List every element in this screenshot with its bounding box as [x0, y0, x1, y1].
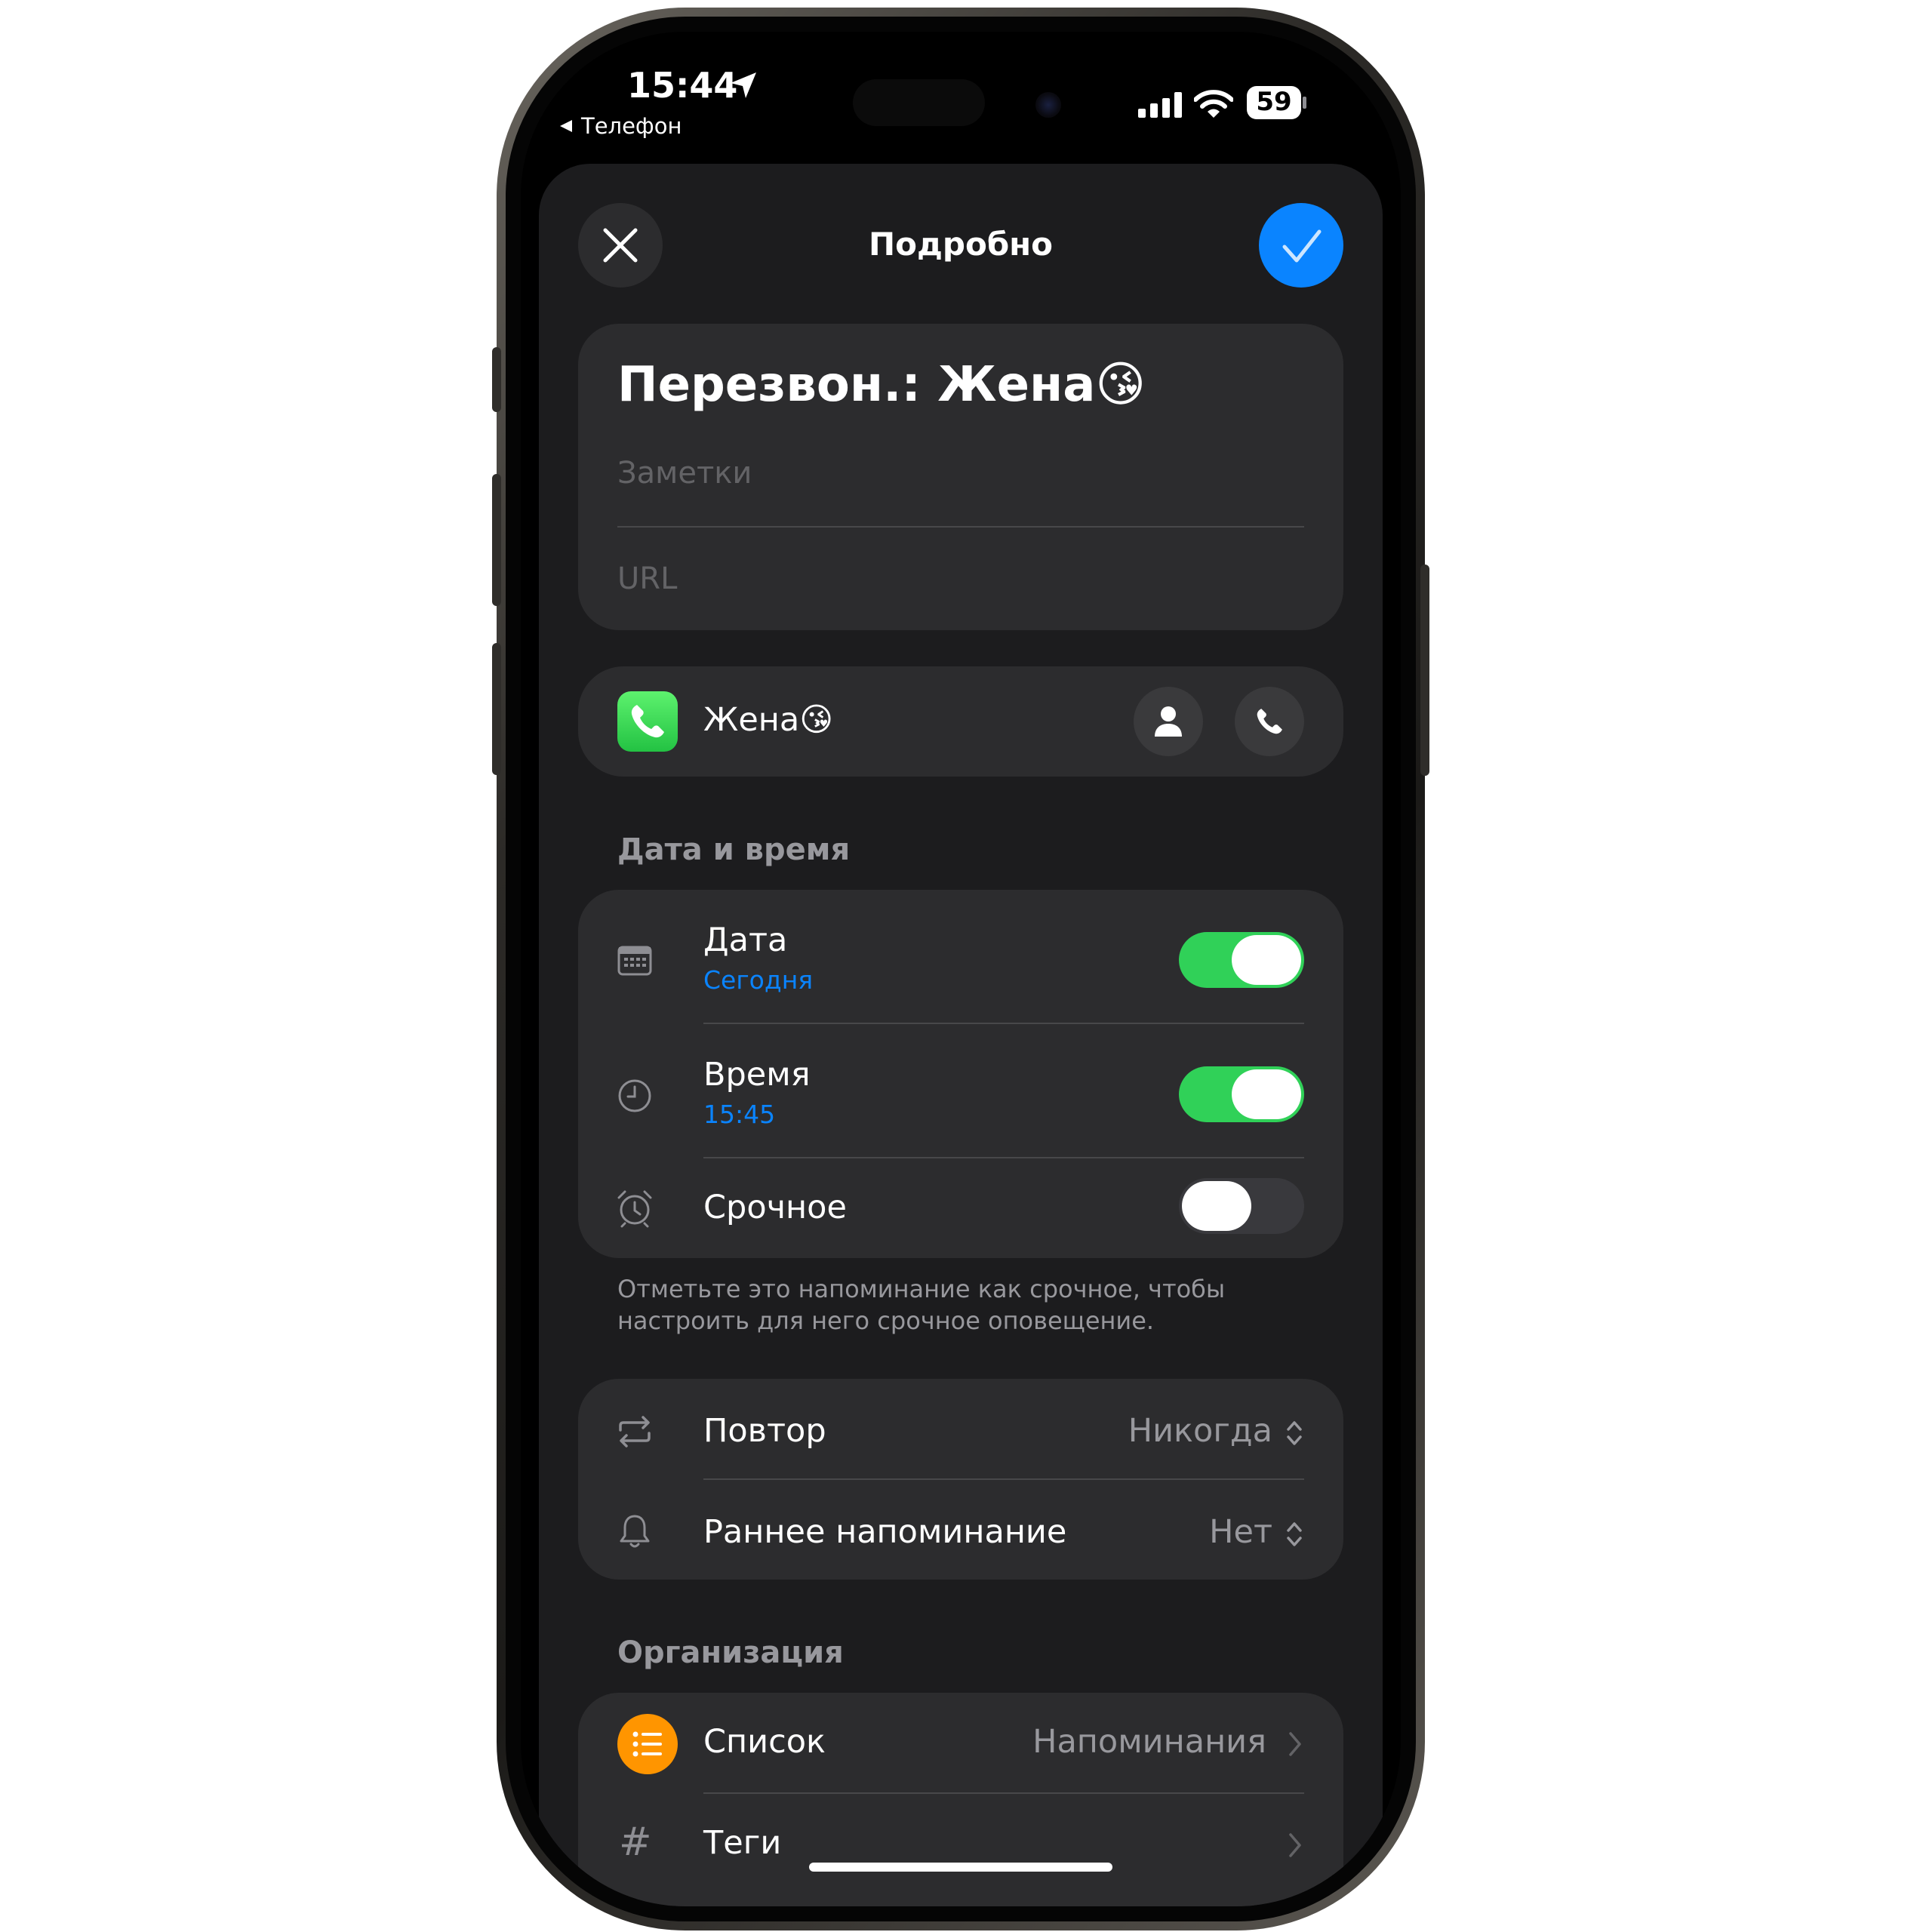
action-button — [492, 347, 501, 412]
contact-name: Жена😘 — [703, 701, 834, 739]
home-indicator[interactable] — [809, 1863, 1112, 1872]
divider — [703, 1792, 1304, 1794]
bell-icon — [619, 1513, 651, 1549]
date-value[interactable]: Сегодня — [703, 965, 813, 995]
list-selector[interactable]: Напоминания — [1001, 1723, 1304, 1768]
alarm-icon — [616, 1189, 654, 1228]
repeat-picker[interactable]: Никогда — [1106, 1412, 1304, 1457]
location-arrow-icon — [729, 71, 758, 100]
status-time: 15:44 — [627, 65, 738, 106]
back-triangle-icon[interactable] — [558, 118, 574, 134]
back-to-app-link[interactable]: Телефон — [581, 113, 682, 139]
urgent-footer-note: Отметьте это напоминание как срочное, чт… — [617, 1275, 1226, 1335]
tags-label: Теги — [703, 1824, 782, 1862]
battery-level: 59 — [1256, 87, 1292, 117]
phone-icon — [1257, 709, 1282, 734]
reminder-title-field[interactable]: Перезвон.: Жена😘 — [617, 357, 1146, 413]
phone-app-icon — [617, 691, 678, 752]
kiss-emoji: 😘 — [1095, 357, 1146, 413]
wifi-icon — [1194, 89, 1233, 119]
clock-icon — [617, 1078, 652, 1113]
urgent-toggle[interactable] — [1179, 1178, 1304, 1234]
notes-input[interactable]: Заметки — [617, 456, 752, 491]
front-camera — [1035, 92, 1061, 118]
chevron-up-down-icon — [1287, 1421, 1302, 1445]
early-reminder-value: Нет — [1209, 1513, 1272, 1551]
section-title-date-time: Дата и время — [617, 832, 851, 867]
date-label: Дата — [703, 921, 788, 959]
call-button[interactable] — [1235, 687, 1304, 756]
date-toggle[interactable] — [1179, 932, 1304, 988]
contact-card: Жена😘 — [578, 666, 1343, 777]
toggle-knob — [1182, 1181, 1251, 1231]
time-label: Время — [703, 1056, 811, 1094]
early-reminder-picker[interactable]: Нет — [1152, 1513, 1304, 1558]
repeat-label: Повтор — [703, 1412, 826, 1450]
organization-card: Список Напоминания # Теги — [578, 1693, 1343, 1906]
divider — [703, 1478, 1304, 1480]
person-icon — [1155, 706, 1182, 737]
chevron-up-down-icon — [1287, 1522, 1302, 1546]
checkmark-icon — [1282, 229, 1322, 263]
battery-icon: 59 — [1247, 86, 1306, 119]
toggle-knob — [1232, 1069, 1301, 1119]
chevron-right-icon[interactable] — [1288, 1832, 1303, 1859]
chevron-right-icon — [1289, 1732, 1301, 1756]
list-label: Список — [703, 1723, 826, 1761]
list-value: Напоминания — [1032, 1723, 1266, 1761]
side-button — [1420, 565, 1429, 776]
reminder-title: Перезвон.: Жена — [617, 357, 1096, 413]
kiss-emoji: 😘 — [799, 701, 834, 739]
repeat-icon — [616, 1415, 654, 1448]
volume-down-button — [492, 643, 501, 775]
repeat-value: Никогда — [1128, 1412, 1272, 1450]
toggle-knob — [1232, 935, 1301, 985]
confirm-button[interactable] — [1259, 203, 1343, 288]
divider — [703, 1157, 1304, 1158]
divider — [703, 1023, 1304, 1024]
dynamic-island — [853, 79, 985, 126]
reminder-text-card: Перезвон.: Жена😘 Заметки URL — [578, 324, 1343, 630]
time-toggle[interactable] — [1179, 1066, 1304, 1122]
divider — [617, 526, 1304, 528]
repeat-card: Повтор Никогда Раннее напоминание Нет — [578, 1379, 1343, 1580]
section-title-organization: Организация — [617, 1635, 844, 1670]
signal-icon — [1138, 92, 1183, 118]
contact-info-button[interactable] — [1134, 687, 1203, 756]
date-time-card: Дата Сегодня Время 15:45 Срочное — [578, 890, 1343, 1258]
screen: 15:44 Телефон 59 Подробно Перезвон.: Жен… — [521, 32, 1401, 1906]
volume-up-button — [492, 474, 501, 606]
time-value[interactable]: 15:45 — [703, 1100, 775, 1129]
early-reminder-label: Раннее напоминание — [703, 1513, 1067, 1551]
list-icon — [617, 1714, 678, 1774]
sheet-title: Подробно — [868, 226, 1054, 263]
url-input[interactable]: URL — [617, 561, 677, 596]
details-sheet: Подробно Перезвон.: Жена😘 Заметки URL Же… — [539, 164, 1383, 1906]
hashtag-icon: # — [619, 1820, 652, 1865]
urgent-label: Срочное — [703, 1189, 847, 1226]
calendar-icon — [617, 944, 652, 976]
